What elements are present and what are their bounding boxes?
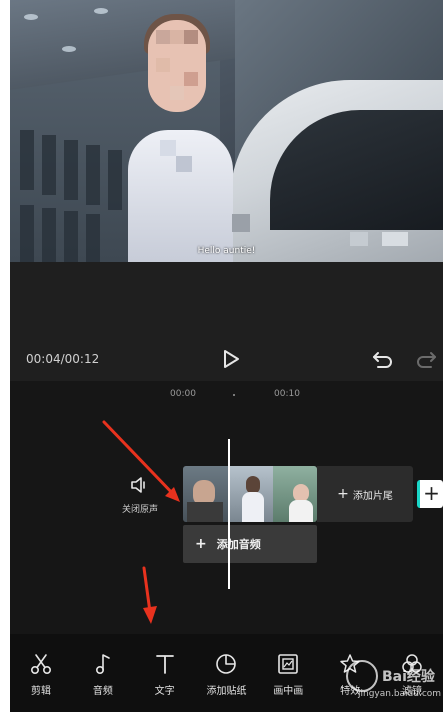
scissors-icon — [30, 654, 52, 675]
tool-label: 画中画 — [273, 686, 304, 697]
tool-sticker[interactable]: 添加贴纸 — [199, 634, 253, 712]
ruler-tick: 00:00 — [170, 389, 196, 399]
plus-icon: + — [423, 481, 440, 505]
ceiling-light — [62, 46, 76, 52]
add-audio-label: 添加音频 — [216, 538, 261, 551]
undo-icon[interactable] — [372, 349, 394, 369]
watermark-domain: jingyan.baidu.com — [358, 689, 442, 699]
picture-in-picture-icon — [278, 654, 299, 674]
tool-label: 音频 — [92, 686, 113, 697]
mute-original-audio-button[interactable]: 关闭原声 — [110, 476, 170, 515]
add-clip-button[interactable]: + — [417, 480, 443, 508]
mute-label: 关闭原声 — [121, 505, 158, 515]
video-preview[interactable]: Hello auntie! — [10, 0, 443, 262]
clip-thumbnail — [183, 466, 228, 522]
timeline[interactable]: 00:00 00:10 关闭原声 + 添加片尾 + + 添加音频 — [10, 381, 443, 634]
person — [128, 130, 233, 262]
plus-icon: + — [337, 486, 349, 502]
music-note-icon — [95, 654, 110, 675]
add-audio-button[interactable]: + 添加音频 — [183, 525, 317, 563]
add-ending-button[interactable]: + 添加片尾 — [317, 466, 413, 522]
tool-text[interactable]: 文字 — [138, 634, 192, 712]
text-icon — [155, 655, 174, 674]
watermark-brand: Bai经验 — [382, 669, 435, 685]
watermark: Bai经验 — [346, 660, 435, 692]
playhead[interactable] — [228, 439, 230, 589]
tool-audio[interactable]: 音频 — [76, 634, 130, 712]
tool-picture-in-picture[interactable]: 画中画 — [261, 634, 315, 712]
video-clip-track[interactable] — [183, 466, 317, 522]
video-subtitle: Hello auntie! — [197, 246, 256, 256]
tool-label: 剪辑 — [31, 686, 51, 697]
tool-label: 添加贴纸 — [206, 686, 247, 697]
playback-time: 00:04/00:12 — [26, 352, 100, 366]
tool-label: 文字 — [154, 686, 175, 697]
tool-edit[interactable]: 剪辑 — [14, 634, 68, 712]
ceiling-light — [24, 14, 38, 20]
plus-icon: + — [195, 536, 207, 552]
clip-thumbnail — [228, 466, 273, 522]
paw-logo-icon — [346, 660, 378, 692]
speaker-icon — [131, 477, 145, 493]
ceiling-light — [94, 8, 108, 14]
add-ending-label: 添加片尾 — [352, 490, 393, 502]
video-editor-app: Hello auntie! 00:04/00:12 00:00 00:10 关闭… — [10, 0, 443, 712]
ruler-dot — [233, 394, 235, 396]
play-icon[interactable] — [220, 348, 242, 370]
ruler-tick: 00:10 — [274, 389, 300, 399]
clip-thumbnail — [273, 466, 317, 522]
sticker-icon — [216, 654, 237, 674]
redo-icon[interactable] — [415, 349, 437, 369]
